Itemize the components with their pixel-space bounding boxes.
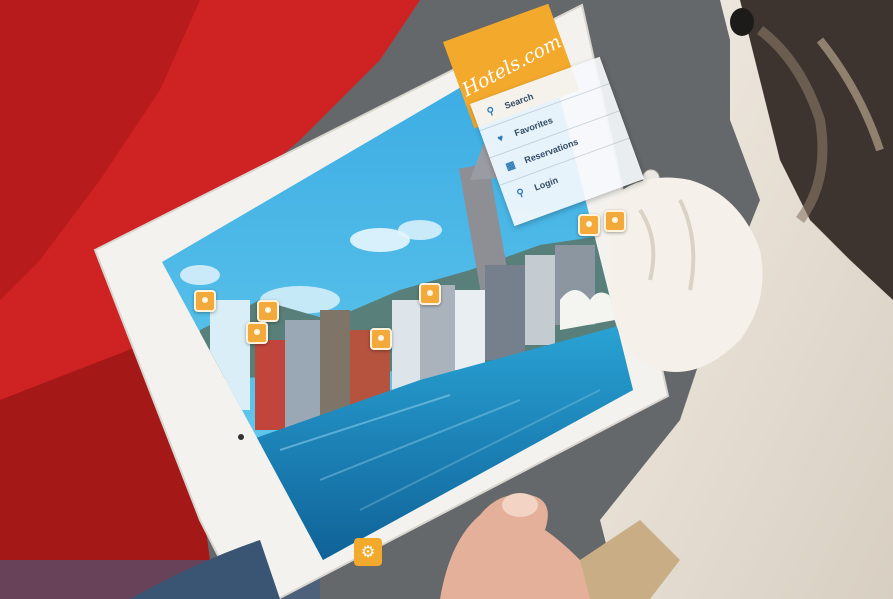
photo-scene: Hotels.com ⚲ Search ♥ Favorites ▦ Reserv… [0, 0, 893, 599]
calendar-icon: ▦ [504, 159, 517, 173]
menu-item-label: Search [503, 91, 535, 111]
heart-icon: ♥ [496, 132, 506, 145]
hotel-pin[interactable] [419, 283, 441, 305]
menu-item-label: Favorites [513, 115, 555, 139]
hotel-pin[interactable] [604, 210, 626, 232]
settings-button[interactable]: ⚙ [354, 538, 382, 566]
hotel-pin[interactable] [257, 300, 279, 322]
hotel-pin[interactable] [578, 214, 600, 236]
menu-item-label: Login [532, 174, 560, 193]
app-ui: Hotels.com ⚲ Search ♥ Favorites ▦ Reserv… [0, 0, 893, 599]
hotel-pin[interactable] [194, 290, 216, 312]
search-icon: ⚲ [485, 104, 497, 118]
key-icon: ⚲ [515, 186, 526, 200]
hotel-pin[interactable] [370, 328, 392, 350]
hotel-pin[interactable] [246, 322, 268, 344]
gear-icon: ⚙ [360, 544, 376, 561]
